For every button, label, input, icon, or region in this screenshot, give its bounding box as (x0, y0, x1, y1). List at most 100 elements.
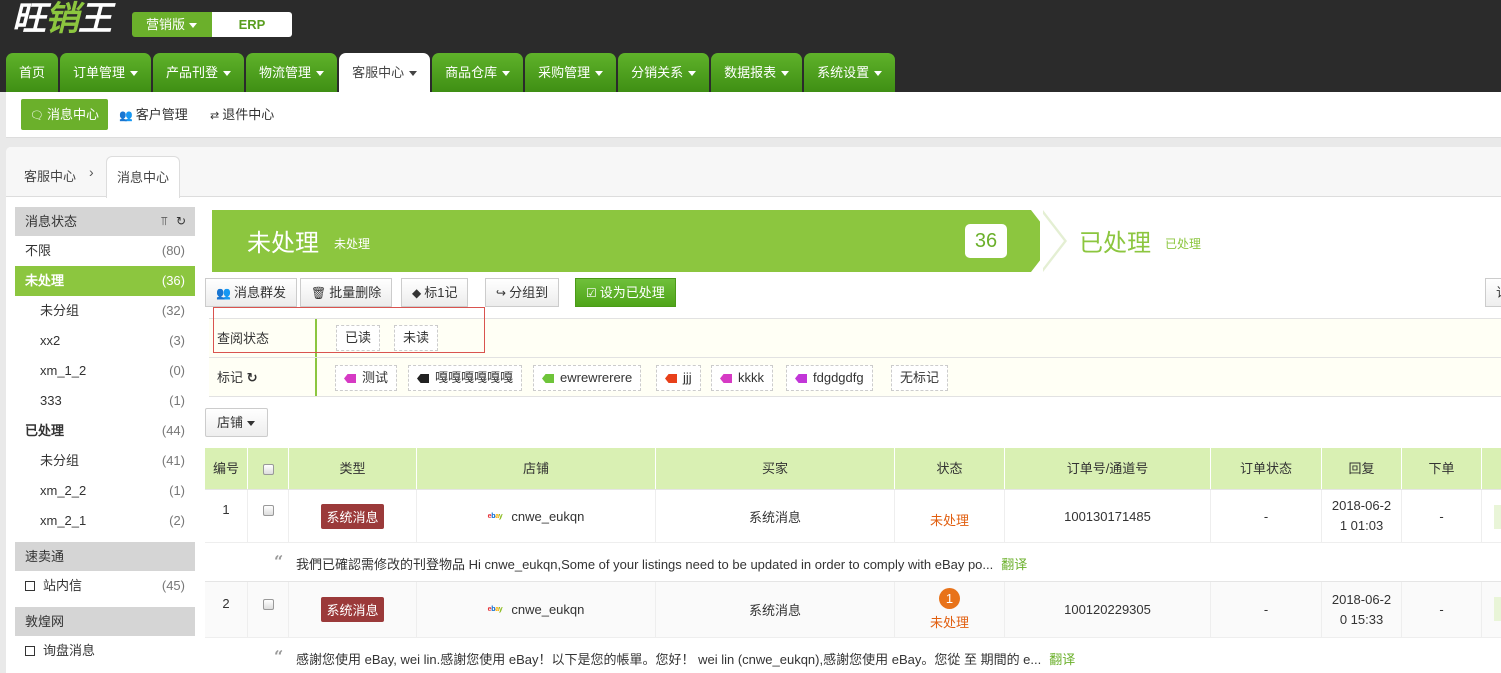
tag-icon (795, 374, 807, 383)
nav-tab-label: 分销关系 (631, 65, 684, 80)
buyer-name: 系统消息 (656, 490, 895, 542)
users-icon: 👥 (119, 110, 133, 122)
nav-tab-orders[interactable]: 订单管理 (60, 53, 152, 92)
sidebar-item-processed-ungrouped[interactable]: 未分组 (41) (15, 446, 195, 476)
tag-chip-gagaga[interactable]: 嘎嘎嘎嘎嘎嘎 (408, 365, 523, 391)
column-header-select (248, 448, 289, 489)
sidebar-item-xm-1-2[interactable]: xm_1_2 (0) (15, 356, 195, 386)
row-checkbox[interactable] (262, 505, 274, 516)
row-action-stub[interactable] (1485, 490, 1501, 542)
nav-tab-listing[interactable]: 产品刊登 (153, 53, 245, 92)
row-action-stub[interactable] (1485, 582, 1501, 637)
sub-nav: 🗨 消息中心 👥 客户管理 ⇄ 退件中心 (6, 92, 1501, 138)
sidebar-item-xx2[interactable]: xx2 (3) (15, 326, 195, 356)
quote-icon: “ (274, 647, 284, 666)
tag-chip-untagged[interactable]: 无标记 (891, 365, 949, 391)
sidebar-item-unprocessed[interactable]: 未处理 (36) (15, 266, 195, 296)
users-icon: 👥 (216, 286, 231, 300)
tag-chip-label: 测试 (362, 370, 389, 385)
order-partial-button[interactable]: 订 (1485, 278, 1501, 307)
select-all-checkbox[interactable] (262, 464, 274, 476)
nav-tab-distribution[interactable]: 分销关系 (618, 53, 710, 92)
subnav-returns-center[interactable]: ⇄ 退件中心 (201, 99, 283, 130)
refresh-icon[interactable]: ↻ (176, 214, 186, 228)
sidebar-item-xm-2-2[interactable]: xm_2_2 (1) (15, 476, 195, 506)
sidebar-item-inquiry[interactable]: 询盘消息 (15, 636, 195, 666)
tag-chip-ewrewrerere[interactable]: ewrewrerere (533, 365, 642, 391)
app-logo[interactable]: 旺销王 (12, 0, 112, 40)
type-badge: 系统消息 (321, 597, 384, 622)
store-dropdown[interactable]: 店铺 (205, 408, 268, 437)
tag-chip-label: 嘎嘎嘎嘎嘎嘎 (435, 370, 514, 385)
order-number[interactable]: 100120229305 (1005, 582, 1211, 637)
buyer-name: 系统消息 (656, 582, 895, 637)
chevron-down-icon (688, 71, 697, 77)
nav-tab-reports[interactable]: 数据报表 (711, 53, 803, 92)
table-row[interactable]: 1 系统消息 ebay cnwe_eukqn 系统消息 未处理 100130171… (205, 489, 1501, 542)
row-number: 1 (205, 490, 248, 542)
message-preview[interactable]: “ 感謝您使用 eBay, wei lin.感謝您使用 eBay！以下是您的帳單… (205, 637, 1501, 673)
nav-tab-customer-service[interactable]: 客服中心 (339, 53, 431, 92)
column-header-buyer: 买家 (656, 448, 895, 489)
tag-chip-kkkk[interactable]: kkkk (711, 365, 773, 391)
unread-count-badge: 1 (939, 588, 960, 609)
subnav-customer-management[interactable]: 👥 客户管理 (110, 99, 197, 130)
row-checkbox-cell (248, 490, 289, 542)
row-checkbox[interactable] (262, 599, 274, 610)
message-preview[interactable]: “ 我們已確認需修改的刊登物品 Hi cnwe_eukqn,Some of yo… (205, 542, 1501, 581)
button-label: 标1记 (424, 285, 458, 300)
nav-tab-purchasing[interactable]: 采购管理 (525, 53, 617, 92)
sidebar-item-unprocessed-ungrouped[interactable]: 未分组 (32) (15, 296, 195, 326)
table-header: 编号 类型 店铺 买家 状态 订单号/通道号 订单状态 回复 下单 (205, 448, 1501, 489)
nav-tab-warehouse[interactable]: 商品仓库 (432, 53, 524, 92)
unprocessed-step[interactable]: 未处理 未处理 36 (209, 210, 1031, 272)
tag-icon (665, 374, 677, 383)
status-banner: 未处理 未处理 36 已处理 已处理 (209, 210, 1501, 272)
sidebar-item-all[interactable]: 不限 (80) (15, 236, 195, 266)
main-nav: 首页 订单管理 产品刊登 物流管理 客服中心 商品仓库 采购管理 分销关系 数据… (6, 53, 897, 92)
reply-time-line: 0 15:33 (1339, 611, 1384, 627)
chevron-down-icon (502, 71, 511, 77)
bulk-send-button[interactable]: 👥 消息群发 (205, 278, 297, 307)
sidebar-item-processed[interactable]: 已处理 (44) (15, 416, 195, 446)
translate-link[interactable]: 翻译 (1049, 652, 1075, 667)
group-to-button[interactable]: ↪ 分组到 (485, 278, 560, 307)
chevron-down-icon (595, 71, 604, 77)
sitemap-icon[interactable]: ⫪ (161, 214, 168, 228)
nav-tab-settings[interactable]: 系统设置 (804, 53, 896, 92)
sidebar-item-xm-2-1[interactable]: xm_2_1 (2) (15, 506, 195, 536)
message-table: 编号 类型 店铺 买家 状态 订单号/通道号 订单状态 回复 下单 1 系统消息… (205, 448, 1501, 673)
sidebar-item-label: 已处理 (25, 423, 65, 438)
set-processed-button[interactable]: ☑ 设为已处理 (575, 278, 676, 307)
sidebar-item-count: (44) (161, 423, 185, 438)
status-text: 未处理 (929, 615, 969, 630)
nav-tab-logistics[interactable]: 物流管理 (246, 53, 338, 92)
translate-link[interactable]: 翻译 (1001, 557, 1027, 572)
breadcrumb-root[interactable]: 客服中心 (24, 166, 76, 185)
ebay-logo-icon: ebay (487, 512, 503, 520)
erp-button[interactable]: ERP (212, 12, 292, 37)
tag-chip-fdgdgdfg[interactable]: fdgdgdfg (786, 365, 873, 391)
tag-icon: ◆ (412, 286, 422, 300)
processed-step-title[interactable]: 已处理 (1079, 223, 1151, 258)
chevron-down-icon (874, 71, 883, 77)
breadcrumb-current-tab[interactable]: 消息中心 (106, 156, 180, 198)
sidebar-item-333[interactable]: 333 (1) (15, 386, 195, 416)
processed-step-subtitle: 已处理 (1165, 237, 1202, 251)
nav-tab-home[interactable]: 首页 (6, 53, 59, 92)
sidebar-item-label: xm_1_2 (40, 363, 87, 378)
subnav-message-center[interactable]: 🗨 消息中心 (21, 99, 108, 130)
table-row[interactable]: 2 系统消息 ebay cnwe_eukqn 系统消息 1 未处理 10012022… (205, 581, 1501, 637)
version-dropdown-button[interactable]: 营销版 (132, 12, 212, 37)
sidebar-item-inbox[interactable]: 站内信 (45) (15, 571, 195, 601)
refresh-icon[interactable]: ↻ (247, 370, 258, 385)
tag-icon (720, 374, 732, 383)
tag-chip-test[interactable]: 测试 (335, 365, 398, 391)
order-number[interactable]: 100130171485 (1005, 490, 1211, 542)
chevron-down-icon (409, 71, 418, 77)
bulk-delete-button[interactable]: 🗑 批量删除 (300, 278, 393, 307)
tag-chip-jjj[interactable]: jjj (656, 365, 701, 391)
store-name: cnwe_eukqn (511, 602, 585, 617)
mark-dropdown-button[interactable]: ◆ 标1记 (401, 278, 469, 307)
version-label: 营销版 (146, 17, 186, 32)
